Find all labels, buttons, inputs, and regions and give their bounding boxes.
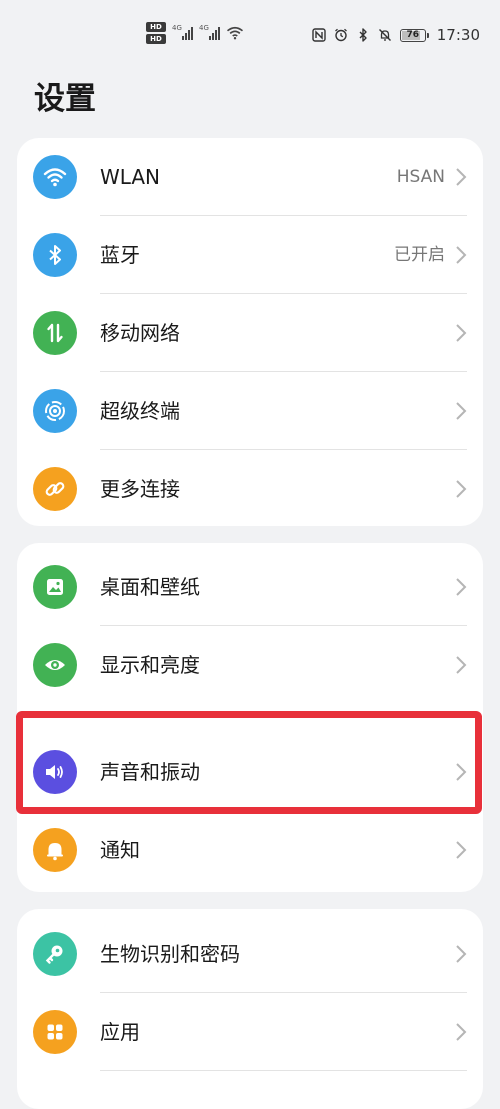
connectivity-group: WLAN HSAN 蓝牙 已开启 移动网络 超级终端 更多连接 [17,138,483,526]
apps-icon [33,1010,77,1054]
settings-item-label: 显示和亮度 [100,653,200,677]
chevron-right-icon [456,656,467,674]
chevron-right-icon [456,945,467,963]
sim-indicators: HD HD [146,22,166,44]
chevron-right-icon [456,402,467,420]
mobile-data-icon [33,311,77,355]
signal-4g-icon: 4G [199,24,220,40]
bell-icon [33,828,77,872]
signal-4g-icon: 4G [172,24,193,40]
settings-item-apps[interactable]: 应用 [17,993,483,1071]
wallpaper-icon [33,565,77,609]
settings-item-label: 移动网络 [100,321,180,345]
settings-item-value: 已开启 [394,245,445,265]
settings-item-notifications[interactable]: 通知 [17,811,483,889]
battery-level: 76 [406,29,420,40]
status-bar-right: 76 17:30 [312,26,480,44]
hd-badge-icon: HD [146,34,166,44]
chevron-right-icon [456,480,467,498]
settings-item-label: 通知 [100,838,140,862]
chevron-right-icon [456,246,467,264]
settings-item-label: 声音和振动 [100,760,200,784]
chevron-right-icon [456,324,467,342]
settings-item-label: 桌面和壁纸 [100,575,200,599]
settings-item-biometrics-password[interactable]: 生物识别和密码 [17,915,483,993]
settings-item-label: WLAN [100,165,161,189]
speaker-icon [33,750,77,794]
settings-item-display-brightness[interactable]: 显示和亮度 [17,626,483,704]
super-device-icon [33,389,77,433]
bluetooth-icon [33,233,77,277]
settings-item-label: 应用 [100,1020,140,1044]
chevron-right-icon [456,841,467,859]
nfc-icon [312,28,326,42]
settings-item-label: 蓝牙 [100,243,140,267]
divider [100,1070,467,1071]
wifi-icon [33,155,77,199]
settings-item-sound-vibration[interactable]: 声音和振动 [17,733,483,811]
display-sound-group: 桌面和壁纸 显示和亮度 声音和振动 通知 [17,543,483,892]
chevron-right-icon [456,578,467,596]
settings-item-bluetooth[interactable]: 蓝牙 已开启 [17,216,483,294]
clock: 17:30 [436,26,480,44]
alarm-icon [334,28,347,42]
wifi-icon [226,26,244,40]
hd-badge-icon: HD [146,22,166,32]
settings-item-home-wallpaper[interactable]: 桌面和壁纸 [17,548,483,626]
eye-icon [33,643,77,687]
key-icon [33,932,77,976]
status-bar: HD HD 4G 4G 76 17:30 [0,0,500,70]
settings-item-label: 生物识别和密码 [100,942,240,966]
bluetooth-icon [359,28,367,42]
settings-item-wlan[interactable]: WLAN HSAN [17,138,483,216]
settings-item-more-connections[interactable]: 更多连接 [17,450,483,528]
chevron-right-icon [456,168,467,186]
settings-item-label: 更多连接 [100,477,180,501]
settings-item-super-device[interactable]: 超级终端 [17,372,483,450]
battery-icon: 76 [399,28,429,42]
page-title: 设置 [34,81,96,117]
settings-item-mobile-network[interactable]: 移动网络 [17,294,483,372]
status-bar-left: HD HD 4G 4G [146,22,244,44]
chevron-right-icon [456,1023,467,1041]
mute-icon [378,29,391,41]
settings-item-value: HSAN [396,167,445,187]
chevron-right-icon [456,763,467,781]
settings-item-label: 超级终端 [100,399,180,423]
security-apps-group: 生物识别和密码 应用 [17,909,483,1109]
link-icon [33,467,77,511]
